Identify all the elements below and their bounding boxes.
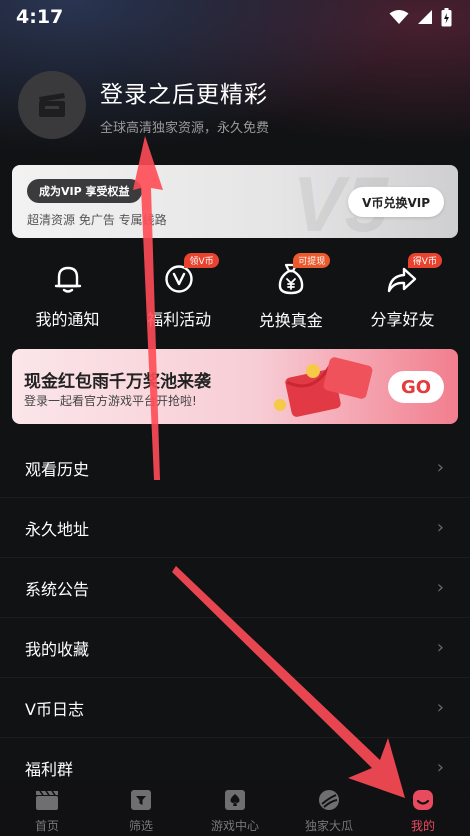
- login-prompt-title[interactable]: 登录之后更精彩: [100, 75, 269, 109]
- menu-item-vcoin-log[interactable]: V币日志 ›: [0, 678, 470, 738]
- profile-icon: [413, 790, 433, 810]
- vip-features: 超清资源 免广告 专属线路: [27, 213, 167, 227]
- red-envelope-icon: [274, 357, 373, 417]
- quick-action-badge: 可提现: [293, 253, 331, 268]
- signal-icon: [418, 10, 432, 24]
- nav-tab-filter[interactable]: 筛选: [94, 780, 188, 836]
- filter-icon: [131, 790, 151, 810]
- chevron-right-icon: ›: [436, 577, 444, 598]
- menu-item-label: 系统公告: [25, 579, 90, 599]
- quick-action-label: 兑换真金: [258, 311, 323, 330]
- avatar[interactable]: [18, 71, 86, 139]
- menu-item-label: V币日志: [25, 699, 84, 719]
- chevron-right-icon: ›: [436, 637, 444, 658]
- quick-actions: 我的通知 领V币 福利活动 可提现 兑换真金 得V币 分享好友: [12, 253, 458, 330]
- status-time: 4:17: [16, 6, 64, 28]
- menu-item-label: 观看历史: [25, 459, 90, 479]
- v-coin-icon: [165, 265, 193, 293]
- nav-tab-mine[interactable]: 我的: [376, 780, 470, 836]
- menu-item-permanent-address[interactable]: 永久地址 ›: [0, 498, 470, 558]
- quick-action-welfare[interactable]: 领V币 福利活动: [124, 253, 235, 330]
- status-bar: 4:17: [0, 0, 470, 34]
- chevron-right-icon: ›: [436, 757, 444, 778]
- quick-action-notifications[interactable]: 我的通知: [12, 255, 123, 330]
- nav-tab-label: 独家大瓜: [304, 819, 353, 833]
- spade-card-icon: [225, 790, 245, 810]
- nav-tab-label: 筛选: [128, 819, 153, 833]
- menu-item-label: 福利群: [25, 759, 74, 779]
- quick-action-label: 我的通知: [35, 310, 100, 329]
- vip-card[interactable]: V5 成为VIP 享受权益 超清资源 免广告 专属线路 V币兑换VIP: [12, 165, 458, 238]
- quick-action-badge: 得V币: [407, 253, 442, 268]
- chevron-right-icon: ›: [436, 697, 444, 718]
- bell-icon: [54, 266, 81, 293]
- nav-tab-home[interactable]: 首页: [0, 780, 94, 836]
- quick-action-badge: 领V币: [184, 253, 219, 268]
- promo-banner[interactable]: 现金红包雨千万奖池来袭 登录一起看官方游戏平台开抢啦! GO: [12, 349, 458, 424]
- vip-badge: 成为VIP 享受权益: [27, 179, 142, 203]
- quick-action-share[interactable]: 得V币 分享好友: [347, 253, 458, 330]
- login-profile-header[interactable]: 登录之后更精彩 全球高清独家资源，永久免费: [18, 70, 458, 140]
- menu-item-watch-history[interactable]: 观看历史 ›: [0, 438, 470, 498]
- menu-item-label: 我的收藏: [25, 639, 90, 659]
- promo-title: 现金红包雨千万奖池来袭: [24, 372, 211, 392]
- nav-tab-label: 首页: [34, 819, 59, 833]
- nav-tab-exclusive-melon[interactable]: 独家大瓜: [282, 780, 376, 836]
- menu-item-announcements[interactable]: 系统公告 ›: [0, 558, 470, 618]
- nav-tab-label: 我的: [410, 819, 435, 833]
- quick-action-exchange-gold[interactable]: 可提现 兑换真金: [235, 253, 346, 330]
- bottom-nav: 首页 筛选 游戏中心 独家大瓜 我的: [0, 780, 470, 836]
- quick-action-label: 福利活动: [147, 310, 212, 329]
- quick-action-label: 分享好友: [370, 310, 435, 329]
- clapperboard-avatar-icon: [39, 93, 65, 117]
- menu-list: 观看历史 › 永久地址 › 系统公告 › 我的收藏 › V币日志 › 福利群 ›: [0, 438, 470, 798]
- clapperboard-icon: [36, 790, 58, 810]
- menu-item-favorites[interactable]: 我的收藏 ›: [0, 618, 470, 678]
- status-icons: [389, 7, 452, 27]
- exchange-vip-button[interactable]: V币兑换VIP: [348, 187, 444, 217]
- share-icon: [388, 267, 417, 293]
- menu-item-label: 永久地址: [25, 519, 90, 539]
- promo-subtitle: 登录一起看官方游戏平台开抢啦!: [24, 394, 197, 408]
- nav-tab-game-center[interactable]: 游戏中心: [188, 780, 282, 836]
- chevron-right-icon: ›: [436, 517, 444, 538]
- wifi-icon: [389, 10, 409, 24]
- battery-icon: [441, 7, 452, 26]
- melon-icon: [319, 790, 339, 810]
- nav-tab-label: 游戏中心: [210, 819, 259, 833]
- promo-go-button[interactable]: GO: [388, 371, 444, 403]
- login-prompt-subtitle: 全球高清独家资源，永久免费: [100, 120, 270, 136]
- chevron-right-icon: ›: [436, 457, 444, 478]
